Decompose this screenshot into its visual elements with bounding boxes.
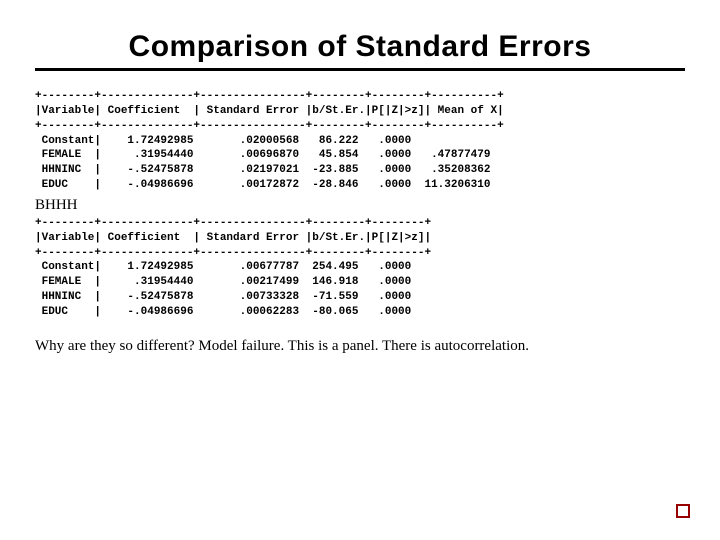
table2-border-mid: +--------+--------------+---------------… <box>35 247 431 259</box>
table-row: Constant| 1.72492985 .02000568 86.222 .0… <box>35 135 411 147</box>
table-row: EDUC | -.04986696 .00062283 -80.065 .000… <box>35 306 411 318</box>
decorative-square-icon <box>676 504 690 518</box>
regression-table-2: +--------+--------------+---------------… <box>35 216 685 320</box>
table-row: HHNINC | -.52475878 .00733328 -71.559 .0… <box>35 291 411 303</box>
title-rule <box>35 68 685 71</box>
table1-header: |Variable| Coefficient | Standard Error … <box>35 105 504 117</box>
table2-border-top: +--------+--------------+---------------… <box>35 217 431 229</box>
table-row: FEMALE | .31954440 .00217499 146.918 .00… <box>35 276 411 288</box>
table1-border-mid: +--------+--------------+---------------… <box>35 120 504 132</box>
table-row: FEMALE | .31954440 .00696870 45.854 .000… <box>35 149 490 161</box>
table-row: HHNINC | -.52475878 .02197021 -23.885 .0… <box>35 164 490 176</box>
regression-table-1: +--------+--------------+---------------… <box>35 89 685 193</box>
table-row: EDUC | -.04986696 .00172872 -28.846 .000… <box>35 179 490 191</box>
table2-header: |Variable| Coefficient | Standard Error … <box>35 232 431 244</box>
table1-border-top: +--------+--------------+---------------… <box>35 90 504 102</box>
table-row: Constant| 1.72492985 .00677787 254.495 .… <box>35 261 411 273</box>
page-title: Comparison of Standard Errors <box>35 30 685 64</box>
footnote-text: Why are they so different? Model failure… <box>35 338 685 355</box>
slide: Comparison of Standard Errors +--------+… <box>0 0 720 355</box>
section-label-bhhh: BHHH <box>35 197 685 214</box>
